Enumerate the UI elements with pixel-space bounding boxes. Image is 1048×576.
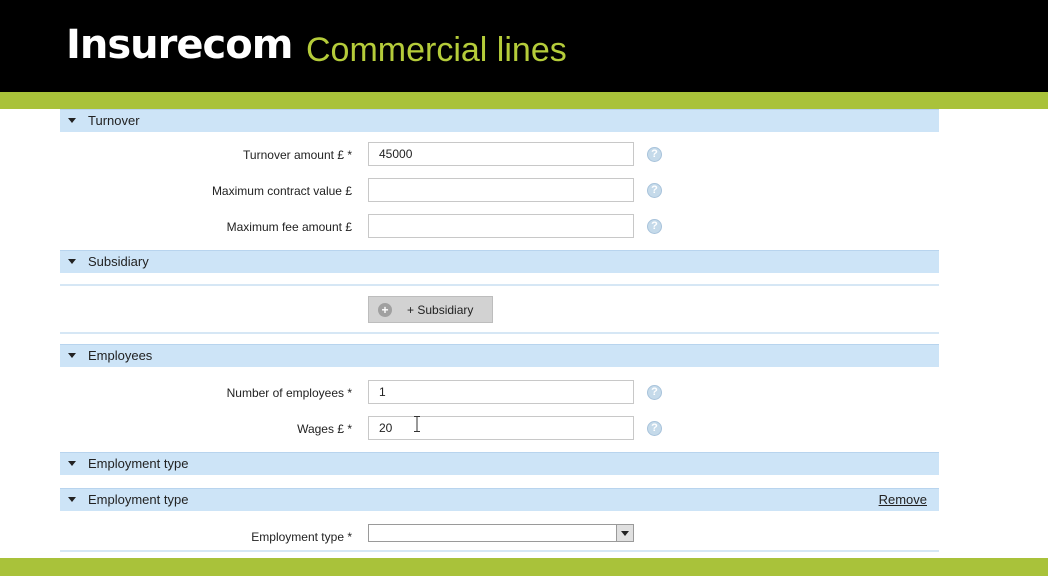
section-title: Employment type [88,456,189,471]
wages-input[interactable] [368,416,634,440]
divider [60,332,939,334]
collapse-arrow-icon[interactable] [68,259,76,264]
collapse-arrow-icon[interactable] [68,461,76,466]
brand-logo: Insurecom [66,22,293,68]
section-title: Subsidiary [88,254,149,269]
page-subtitle: Commercial lines [306,31,567,69]
chevron-down-icon [621,531,629,536]
max-fee-label: Maximum fee amount £ [226,220,352,234]
section-title: Turnover [88,113,140,128]
plus-circle-icon: + [378,303,392,317]
add-subsidiary-label: + Subsidiary [407,303,474,317]
section-turnover[interactable]: Turnover [60,109,939,132]
num-employees-input[interactable] [368,380,634,404]
section-subsidiary[interactable]: Subsidiary [60,250,939,273]
section-employment-type-group[interactable]: Employment type [60,452,939,475]
left-margin [0,109,60,558]
help-icon[interactable]: ? [647,421,662,436]
add-subsidiary-button[interactable]: + + Subsidiary [368,296,493,323]
section-employees[interactable]: Employees [60,344,939,367]
section-employment-type-item[interactable]: Employment type Remove [60,488,939,511]
divider [60,550,939,552]
section-title: Employees [88,348,153,363]
employment-type-label: Employment type * [251,530,352,544]
num-employees-label: Number of employees * [226,386,352,400]
footer-accent-bar [0,558,1048,576]
turnover-amount-input[interactable] [368,142,634,166]
collapse-arrow-icon[interactable] [68,353,76,358]
remove-link[interactable]: Remove [879,492,927,507]
wages-label: Wages £ * [297,422,352,436]
section-title: Employment type [88,492,189,507]
max-fee-input[interactable] [368,214,634,238]
max-contract-label: Maximum contract value £ [211,184,352,198]
app-header: Insurecom Commercial lines [0,0,1048,92]
collapse-arrow-icon[interactable] [68,118,76,123]
dropdown-button[interactable] [616,525,633,541]
text-cursor-icon [414,416,420,432]
turnover-amount-label: Turnover amount £ * [243,148,352,162]
help-icon[interactable]: ? [647,183,662,198]
collapse-arrow-icon[interactable] [68,497,76,502]
max-contract-input[interactable] [368,178,634,202]
employment-type-select[interactable] [368,524,634,542]
help-icon[interactable]: ? [647,147,662,162]
help-icon[interactable]: ? [647,219,662,234]
form-content: Turnover Turnover amount £ * ? Maximum c… [60,109,939,558]
header-accent-bar [0,92,1048,109]
right-margin [939,109,1048,558]
help-icon[interactable]: ? [647,385,662,400]
divider [60,284,939,286]
